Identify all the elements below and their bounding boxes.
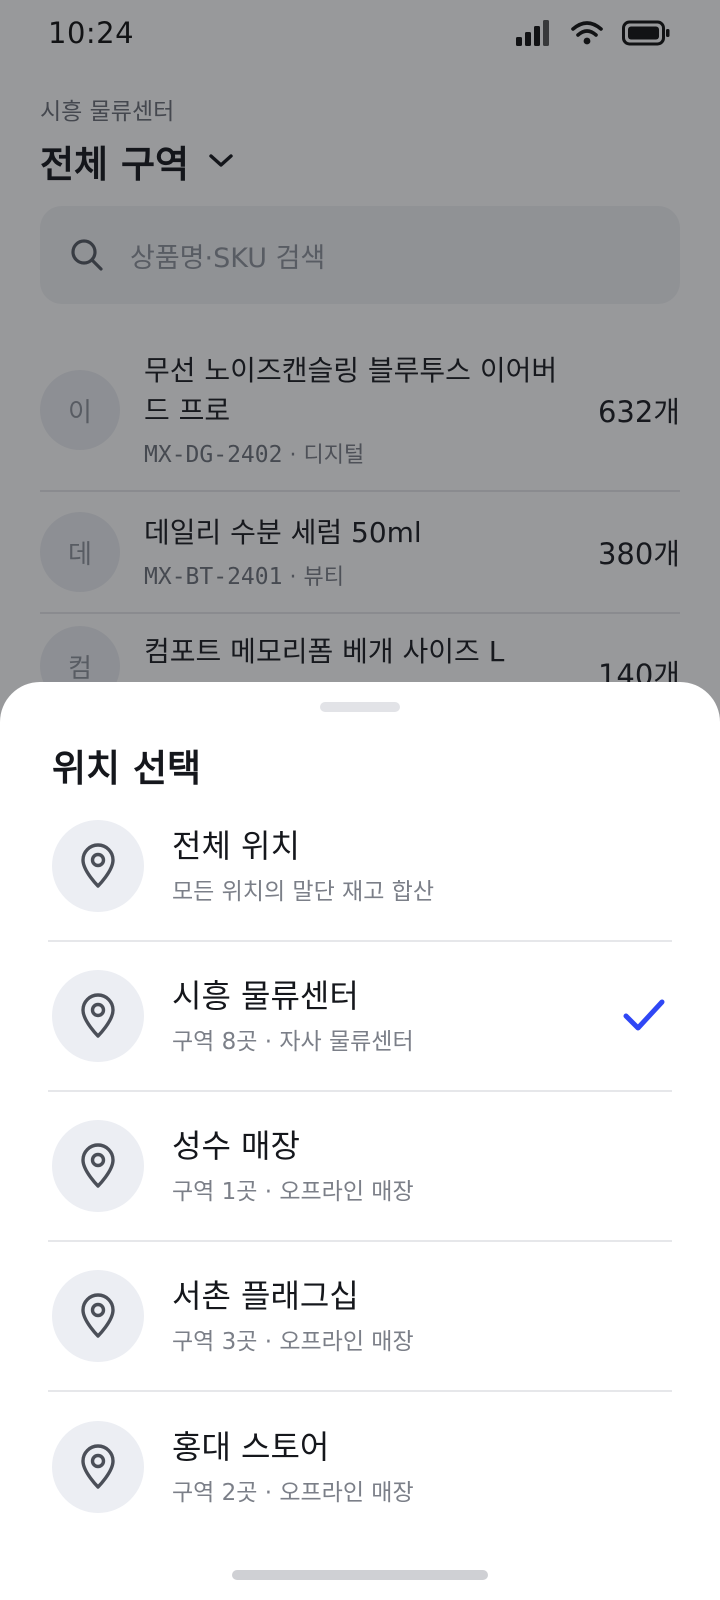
location-option-seongsu[interactable]: 성수 매장 구역 1곳 · 오프라인 매장: [48, 1092, 672, 1242]
location-text: 서촌 플래그십 구역 3곳 · 오프라인 매장: [172, 1276, 414, 1356]
location-name: 전체 위치: [172, 827, 300, 865]
location-name: 서촌 플래그십: [172, 1277, 359, 1315]
location-text: 성수 매장 구역 1곳 · 오프라인 매장: [172, 1126, 414, 1206]
location-pin-icon: [52, 820, 144, 912]
sheet-title: 위치 선택: [52, 747, 202, 790]
location-name: 홍대 스토어: [172, 1428, 330, 1466]
location-option-all[interactable]: 전체 위치 모든 위치의 말단 재고 합산: [48, 792, 672, 942]
location-description: 구역 3곳 · 오프라인 매장: [172, 1329, 414, 1355]
location-description: 구역 1곳 · 오프라인 매장: [172, 1179, 414, 1205]
checkmark-icon: [623, 999, 665, 1031]
home-indicator: [232, 1570, 488, 1580]
location-pin-icon: [52, 970, 144, 1062]
sheet-drag-handle[interactable]: [320, 702, 400, 712]
location-pin-icon: [52, 1421, 144, 1513]
location-text: 전체 위치 모든 위치의 말단 재고 합산: [172, 826, 434, 906]
location-option-hongdae[interactable]: 홍대 스토어 구역 2곳 · 오프라인 매장: [48, 1392, 672, 1542]
location-description: 모든 위치의 말단 재고 합산: [172, 879, 435, 905]
location-pin-icon: [52, 1270, 144, 1362]
location-name: 시흥 물류센터: [172, 977, 359, 1015]
location-list: 전체 위치 모든 위치의 말단 재고 합산 시흥 물류센터 구역 8곳 · 자사…: [48, 792, 672, 1542]
location-text: 시흥 물류센터 구역 8곳 · 자사 물류센터: [172, 976, 414, 1056]
location-bottom-sheet: 위치 선택 전체 위치 모든 위치의 말단 재고 합산 시흥 물류센터 구역 8…: [0, 682, 720, 1600]
location-option-seochon[interactable]: 서촌 플래그십 구역 3곳 · 오프라인 매장: [48, 1242, 672, 1392]
location-text: 홍대 스토어 구역 2곳 · 오프라인 매장: [172, 1427, 414, 1507]
location-name: 성수 매장: [172, 1127, 300, 1165]
location-option-siheung[interactable]: 시흥 물류센터 구역 8곳 · 자사 물류센터: [48, 942, 672, 1092]
location-pin-icon: [52, 1120, 144, 1212]
location-description: 구역 2곳 · 오프라인 매장: [172, 1480, 414, 1506]
location-description: 구역 8곳 · 자사 물류센터: [172, 1029, 414, 1055]
